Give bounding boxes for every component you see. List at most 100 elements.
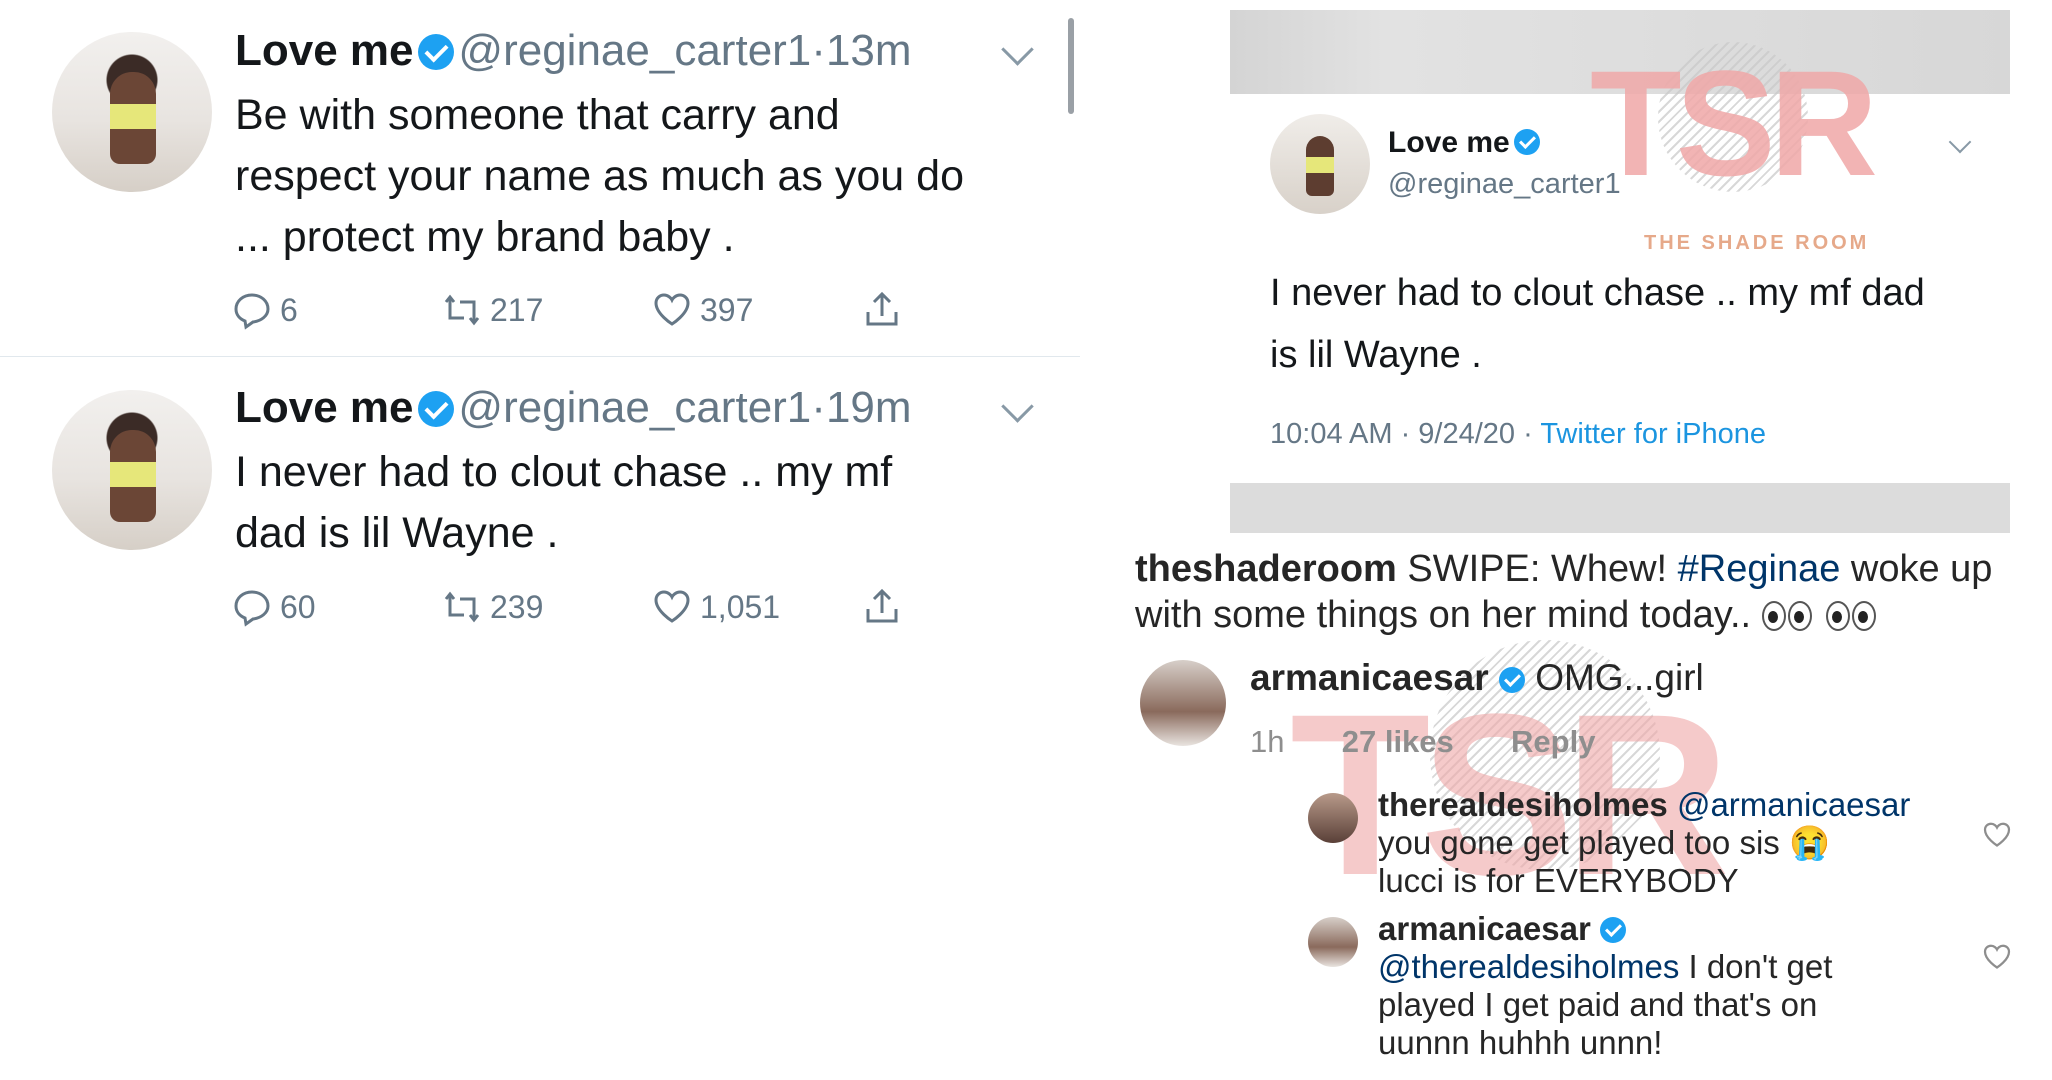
eyes-emoji-icon [1851,601,1876,631]
caption-text: woke up [1840,548,1993,590]
caption-text: SWIPE: Whew! [1396,548,1678,590]
avatar[interactable] [1270,114,1370,214]
verified-icon [1498,667,1525,693]
embedded-name-row: Love me [1388,126,1541,160]
watermark-text: THE SHADE ROOM [1644,232,1870,254]
verified-icon [1600,917,1626,943]
eyes-emoji-icon [1787,601,1812,631]
like-icon [654,590,690,623]
mention-link[interactable]: @therealdesiholmes [1378,948,1679,985]
tweet-text: Be with someone that carry and respect y… [235,85,1055,268]
source-link[interactable]: Twitter for iPhone [1540,418,1766,450]
retweet-count: 239 [490,588,544,625]
watermark-logo: TSR [1590,39,1878,207]
reply-button[interactable]: Reply [1511,724,1595,759]
display-name[interactable]: Love me [1388,126,1510,159]
timestamp[interactable]: 13m [826,26,912,75]
like-icon[interactable] [1982,942,2012,972]
retweet-button[interactable]: 217 [442,290,543,330]
comment-text: OMG...girl [1535,657,1704,698]
display-name[interactable]: Love me [235,383,414,432]
share-button[interactable] [862,587,902,627]
embedded-tweet-card: TSR THE SHADE ROOM Love me @reginae_cart… [1230,10,2010,533]
tweet-text-line: I never had to clout chase .. my mf [235,448,893,496]
display-name[interactable]: Love me [235,26,414,75]
reply-username[interactable]: armanicaesar [1378,910,1591,947]
comment-username[interactable]: armanicaesar [1250,657,1489,698]
share-icon [866,588,898,623]
tweet-header: Love me @reginae_carter1·13m [235,26,912,76]
reply-comment-2: armanicaesar @therealdesiholmes I don't … [1378,910,1978,1062]
tweet-text-line: I never had to clout chase .. my mf dad [1270,272,1925,314]
retweet-icon [444,591,480,623]
like-icon[interactable] [1982,820,2012,850]
verified-icon [1514,129,1541,155]
reply-text: uunnn huhhh unnn! [1378,1024,1663,1061]
like-icon [654,293,690,326]
comment-time: 1h [1250,724,1285,759]
reply-comment-1: therealdesiholmes @armanicaesar you gone… [1378,786,1978,900]
chevron-down-icon[interactable] [1001,390,1034,423]
crying-emoji-icon: 😭 [1788,824,1831,861]
chevron-down-icon[interactable] [1948,130,1972,154]
eyes-emoji-icon [1825,601,1850,631]
like-count: 397 [700,291,754,328]
tweet-2[interactable]: Love me @reginae_carter1·19m I never had… [0,357,1080,657]
reply-button[interactable]: 6 [232,290,298,330]
tweet-text-line: ... protect my brand baby . [235,213,735,261]
separator-dot: · [811,26,826,75]
timestamp[interactable]: 19m [826,383,912,432]
share-button[interactable] [862,290,902,330]
caption-text: with some things on her mind today.. [1135,594,1762,636]
separator-dot: · [811,383,826,432]
reply-username[interactable]: therealdesiholmes [1378,786,1668,823]
reply-text: played I get paid and that's on [1378,986,1818,1023]
avatar[interactable] [1308,917,1358,967]
reply-count: 6 [280,291,298,328]
chevron-down-icon[interactable] [1001,33,1034,66]
twitter-timeline: Love me @reginae_carter1·13m Be with som… [0,0,1080,1080]
comment-likes[interactable]: 27 likes [1342,724,1454,759]
reply-text: I don't get [1679,948,1833,985]
post-caption: theshaderoom SWIPE: Whew! #Reginae woke … [1135,546,2050,638]
like-count: 1,051 [700,588,781,625]
tweet-text-line: respect your name as much as you do [235,152,964,200]
retweet-count: 217 [490,291,544,328]
avatar[interactable] [1308,793,1358,843]
reply-count: 60 [280,588,316,625]
comment-meta: 1h 27 likes Reply [1250,724,1595,760]
verified-icon [417,34,454,70]
hashtag-link[interactable]: #Reginae [1678,548,1841,590]
verified-icon [417,391,454,427]
embedded-tweet-text: I never had to clout chase .. my mf dad … [1270,262,1925,386]
handle[interactable]: @reginae_carter1 [458,383,811,432]
share-icon [866,291,898,326]
avatar[interactable] [1140,660,1226,746]
caption-username[interactable]: theshaderoom [1135,548,1397,590]
comment: armanicaesar OMG...girl [1250,656,1704,700]
like-button[interactable]: 1,051 [652,587,780,627]
avatar[interactable] [52,390,212,550]
retweet-icon [444,294,480,326]
timestamp: 10:04 AM · 9/24/20 · [1270,418,1541,450]
retweet-button[interactable]: 239 [442,587,543,627]
reply-icon [234,590,270,627]
tweet-text-line: is lil Wayne . [1270,334,1482,376]
reply-text: you gone get played too sis [1378,824,1789,861]
scrollbar[interactable] [1068,18,1074,114]
reply-button[interactable]: 60 [232,587,316,627]
instagram-comments: TSR theshaderoom SWIPE: Whew! #Reginae w… [1130,540,2052,1080]
tweet-1[interactable]: Love me @reginae_carter1·13m Be with som… [0,0,1080,356]
tweet-text-line: dad is lil Wayne . [235,509,559,557]
timestamp-row: 10:04 AM · 9/24/20 · Twitter for iPhone [1270,418,1766,451]
reply-text: lucci is for EVERYBODY [1378,862,1739,899]
handle[interactable]: @reginae_carter1 [1388,168,1621,201]
reply-icon [234,293,270,330]
bottom-band [1230,483,2010,533]
tweet-text: I never had to clout chase .. my mf dad … [235,442,1055,564]
avatar[interactable] [52,32,212,192]
mention-link[interactable]: @armanicaesar [1677,786,1910,823]
tweet-text-line: Be with someone that carry and [235,91,840,139]
handle[interactable]: @reginae_carter1 [458,26,811,75]
like-button[interactable]: 397 [652,290,753,330]
